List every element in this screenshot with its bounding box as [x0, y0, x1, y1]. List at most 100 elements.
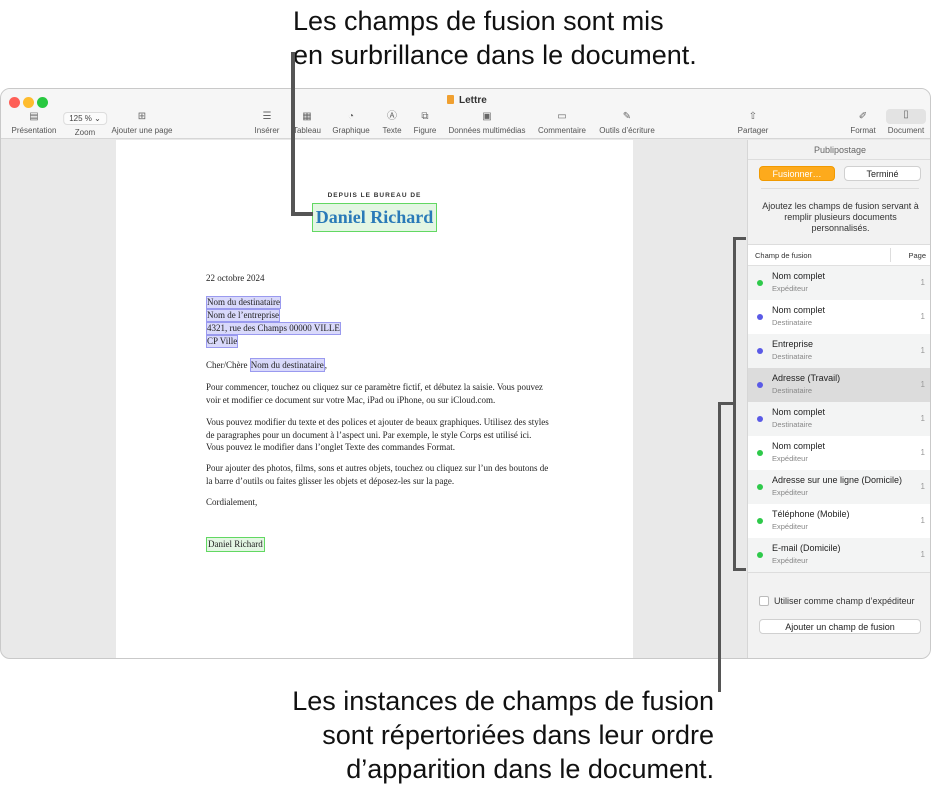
merge-field-row[interactable]: Nom complet Destinataire 1 — [748, 402, 930, 436]
label: Zoom — [74, 128, 96, 137]
sender-field-checkbox[interactable] — [759, 596, 769, 606]
callout-leader-line — [718, 402, 721, 692]
field-page: 1 — [920, 448, 925, 457]
sender-field-checkbox-row[interactable]: Utiliser comme champ d’expéditeur — [759, 596, 915, 606]
zoom-window-button[interactable] — [37, 97, 48, 108]
callout-line: sont répertoriées dans leur ordre — [322, 720, 714, 750]
merge-field-sender-name-header[interactable]: Daniel Richard — [312, 203, 437, 232]
toolbar: Lettre ▤ Présentation 125 % ⌄ Zoom ⊞ Ajoute… — [1, 89, 930, 139]
field-name: Nom complet — [772, 271, 826, 281]
done-button[interactable]: Terminé — [844, 166, 921, 181]
zoom-value: 125 % — [69, 114, 92, 123]
merge-field-company[interactable]: Nom de l’entreprise — [206, 309, 280, 322]
presentation-button[interactable]: ▤ Présentation — [12, 111, 57, 135]
share-icon: ⇧ — [748, 111, 758, 122]
document-button[interactable]: ▯ Document — [886, 109, 926, 135]
sender-field-checkbox-label: Utiliser comme champ d’expéditeur — [774, 596, 915, 606]
table-header: Champ de fusion Page — [748, 244, 930, 266]
window-title: Lettre — [447, 95, 487, 106]
column-header-field[interactable]: Champ de fusion — [755, 251, 812, 260]
text-button[interactable]: Ⓐ Texte — [382, 111, 401, 135]
table-button[interactable]: ▦ Tableau — [293, 111, 321, 135]
callout-line: en surbrillance dans le document. — [293, 40, 697, 70]
writing-tools-icon: ✎ — [622, 111, 632, 122]
zoom-select[interactable]: 125 % ⌄ — [63, 112, 107, 125]
share-button[interactable]: ⇧ Partager — [738, 111, 769, 135]
merge-button[interactable]: Fusionner… — [759, 166, 835, 181]
field-name: Nom complet — [772, 407, 826, 417]
merge-field-city[interactable]: CP Ville — [206, 335, 239, 348]
field-name: Nom complet — [772, 441, 826, 451]
document-icon — [447, 95, 454, 104]
merge-field-row[interactable]: E-mail (Domicile) Expéditeur 1 — [748, 538, 930, 572]
greeting-suffix: , — [324, 360, 327, 370]
add-merge-field-button[interactable]: Ajouter un champ de fusion — [759, 619, 921, 634]
callout-leader-line — [291, 212, 313, 216]
merge-field-row[interactable]: Nom complet Expéditeur 1 — [748, 266, 930, 300]
comment-icon: ▭ — [557, 111, 567, 122]
callout-line: Les champs de fusion sont mis — [293, 6, 664, 36]
document-page[interactable]: DEPUIS LE BUREAU DE Daniel Richard 22 oc… — [116, 140, 633, 658]
shape-icon: ⧉ — [421, 111, 429, 122]
field-page: 1 — [920, 550, 925, 559]
label: Commentaire — [537, 126, 587, 135]
merge-field-address[interactable]: 4321, rue des Champs 00000 VILLE — [206, 322, 341, 335]
callout-line: Les instances de champs de fusion — [292, 686, 714, 716]
body-paragraph[interactable]: Pour ajouter des photos, films, sons et … — [206, 462, 551, 487]
callout-bracket — [733, 237, 746, 240]
minimize-button[interactable] — [23, 97, 34, 108]
chart-button[interactable]: ◔ Graphique — [332, 111, 369, 135]
label: Document — [887, 126, 925, 135]
label: Graphique — [332, 126, 370, 135]
body-paragraph[interactable]: Vous pouvez modifier du texte et des pol… — [206, 416, 551, 454]
paintbrush-icon: ✐ — [858, 111, 868, 122]
merge-field-row[interactable]: Adresse sur une ligne (Domicile) Expédit… — [748, 470, 930, 504]
comment-button[interactable]: ▭ Commentaire — [538, 111, 586, 135]
field-name: Nom complet — [772, 305, 826, 315]
field-type: Expéditeur — [772, 454, 808, 463]
close-button[interactable] — [9, 97, 20, 108]
field-color-dot-icon — [757, 314, 763, 320]
sidebar-description: Ajoutez les champs de fusion servant à r… — [762, 201, 919, 233]
field-type: Destinataire — [772, 420, 813, 429]
field-page: 1 — [920, 346, 925, 355]
label: Partager — [737, 126, 769, 135]
field-name: Entreprise — [772, 339, 814, 349]
label: Insérer — [254, 126, 280, 135]
merge-field-sender-signature[interactable]: Daniel Richard — [206, 537, 265, 552]
field-color-dot-icon — [757, 280, 763, 286]
field-name: E-mail (Domicile) — [772, 543, 841, 553]
merge-field-recipient-name[interactable]: Nom du destinataire — [206, 296, 281, 309]
merge-field-table: Champ de fusion Page Nom complet Expédit… — [748, 244, 930, 572]
sidebar-title: Publipostage — [748, 140, 930, 160]
merge-field-row[interactable]: Entreprise Destinataire 1 — [748, 334, 930, 368]
add-page-button[interactable]: ⊞ Ajouter une page — [112, 111, 173, 135]
field-type: Destinataire — [772, 386, 813, 395]
writing-tools-button[interactable]: ✎ Outils d’écriture — [599, 111, 655, 135]
callout-line: d’apparition dans le document. — [346, 754, 714, 784]
field-type: Expéditeur — [772, 522, 808, 531]
body-paragraph[interactable]: Pour commencer, touchez ou cliquez sur c… — [206, 381, 551, 406]
label: Présentation — [11, 126, 57, 135]
merge-field-row[interactable]: Adresse (Travail) Destinataire 1 — [748, 368, 930, 402]
divider — [748, 572, 930, 573]
insert-button[interactable]: ☰ Insérer — [255, 111, 280, 135]
callout-bottom: Les instances de champs de fusion sont r… — [292, 684, 714, 786]
photo-icon: ▣ — [482, 111, 492, 122]
media-button[interactable]: ▣ Données multimédias — [449, 111, 526, 135]
field-name: Adresse (Travail) — [772, 373, 841, 383]
merge-field-row[interactable]: Nom complet Destinataire 1 — [748, 300, 930, 334]
window-title-text: Lettre — [459, 95, 487, 106]
column-header-page[interactable]: Page — [908, 251, 926, 260]
callout-leader-line — [291, 52, 295, 216]
closing[interactable]: Cordialement, — [206, 496, 257, 509]
merge-field-recipient-name[interactable]: Nom du destinataire — [249, 358, 325, 372]
date[interactable]: 22 octobre 2024 — [206, 272, 265, 285]
merge-field-row[interactable]: Téléphone (Mobile) Expéditeur 1 — [748, 504, 930, 538]
merge-field-row[interactable]: Nom complet Expéditeur 1 — [748, 436, 930, 470]
zoom-control[interactable]: 125 % ⌄ Zoom — [63, 112, 107, 137]
format-button[interactable]: ✐ Format — [850, 111, 875, 135]
field-color-dot-icon — [757, 450, 763, 456]
field-color-dot-icon — [757, 484, 763, 490]
shape-button[interactable]: ⧉ Figure — [414, 111, 437, 135]
